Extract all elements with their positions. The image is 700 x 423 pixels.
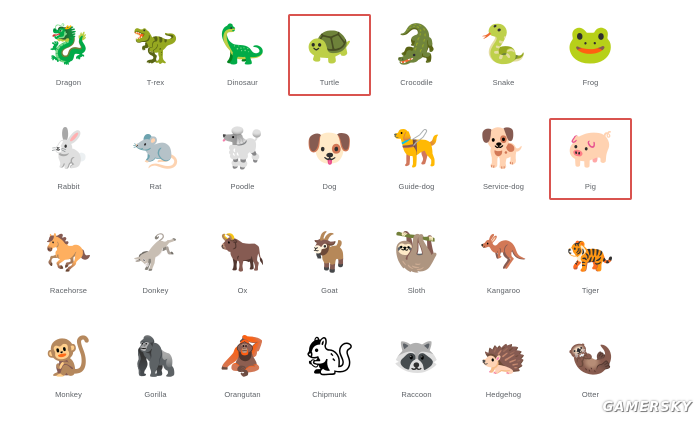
emoji-tile-racehorse[interactable]: 🐎 Racehorse [25,214,112,318]
raccoon-icon: 🦝 [392,334,441,378]
emoji-label: Dragon [55,78,82,87]
t-rex-icon: 🦖 [131,22,180,66]
emoji-tile-gorilla[interactable]: 🦍 Gorilla [112,318,199,422]
emoji-label: Monkey [55,390,82,399]
emoji-label: Hedgehog [485,390,522,399]
emoji-tile-orangutan[interactable]: 🦧 Orangutan [199,318,286,422]
racehorse-icon: 🐎 [44,230,93,274]
emoji-tile-hedgehog[interactable]: 🦔 Hedgehog [460,318,547,422]
emoji-label: Snake [492,78,515,87]
snake-icon: 🐍 [479,22,528,66]
emoji-tile-chipmunk[interactable]: 🐿 Chipmunk [286,318,373,422]
otter-icon: 🦦 [566,334,615,378]
selection-highlight [549,118,632,200]
ox-icon: 🐂 [218,230,267,274]
emoji-label: Donkey [142,286,169,295]
emoji-tile-ox[interactable]: 🐂 Ox [199,214,286,318]
emoji-label: Frog [582,78,599,87]
emoji-tile-dog[interactable]: 🐶 Dog [286,110,373,214]
emoji-tile-dinosaur[interactable]: 🦕 Dinosaur [199,6,286,110]
emoji-label: Guide-dog [398,182,435,191]
gorilla-icon: 🦍 [131,334,180,378]
emoji-tile-monkey[interactable]: 🐒 Monkey [25,318,112,422]
emoji-label: Orangutan [224,390,261,399]
emoji-label: Tiger [581,286,600,295]
emoji-label: Goat [321,286,338,295]
emoji-tile-tiger[interactable]: 🐅 Tiger [547,214,634,318]
monkey-icon: 🐒 [44,334,93,378]
emoji-label: Chipmunk [312,390,347,399]
emoji-tile-frog[interactable]: 🐸 Frog [547,6,634,110]
watermark: GAMERSKY [602,400,692,415]
kangaroo-icon: 🦘 [479,230,528,274]
emoji-tile-t-rex[interactable]: 🦖 T-rex [112,6,199,110]
emoji-tile-rabbit[interactable]: 🐇 Rabbit [25,110,112,214]
emoji-label: Service-dog [482,182,525,191]
emoji-label: Gorilla [144,390,167,399]
emoji-tile-pig[interactable]: 🐖 Pig [547,110,634,214]
emoji-tile-guide-dog[interactable]: 🦮 Guide-dog [373,110,460,214]
tiger-icon: 🐅 [566,230,615,274]
sloth-icon: 🦥 [392,230,441,274]
emoji-label: Ox [237,286,248,295]
rat-icon: 🐀 [131,126,180,170]
rabbit-icon: 🐇 [44,126,93,170]
goat-icon: 🐐 [305,230,354,274]
emoji-label: Sloth [407,286,426,295]
emoji-label: Rat [149,182,162,191]
emoji-label: Raccoon [401,390,432,399]
emoji-tile-crocodile[interactable]: 🐊 Crocodile [373,6,460,110]
emoji-tile-raccoon[interactable]: 🦝 Raccoon [373,318,460,422]
hedgehog-icon: 🦔 [479,334,528,378]
poodle-icon: 🐩 [218,126,267,170]
dinosaur-icon: 🦕 [218,22,267,66]
emoji-tile-turtle[interactable]: 🐢 Turtle [286,6,373,110]
emoji-label: Dinosaur [227,78,258,87]
chipmunk-icon: 🐿 [305,334,354,378]
emoji-tile-service-dog[interactable]: 🐕 Service-dog [460,110,547,214]
service-dog-icon: 🐕 [479,126,528,170]
emoji-label: Crocodile [400,78,433,87]
emoji-label: T-rex [146,78,165,87]
emoji-label: Kangaroo [486,286,521,295]
emoji-label: Dog [322,182,337,191]
dragon-icon: 🐉 [44,22,93,66]
emoji-tile-sloth[interactable]: 🦥 Sloth [373,214,460,318]
dog-icon: 🐶 [305,126,354,170]
emoji-tile-goat[interactable]: 🐐 Goat [286,214,373,318]
emoji-label: Rabbit [57,182,80,191]
emoji-tile-dragon[interactable]: 🐉 Dragon [25,6,112,110]
emoji-grid: 🐉 Dragon 🦖 T-rex 🦕 Dinosaur 🐢 Turtle 🐊 Crocodile 🐍… [25,6,636,416]
crocodile-icon: 🐊 [392,22,441,66]
emoji-tile-snake[interactable]: 🐍 Snake [460,6,547,110]
emoji-tile-poodle[interactable]: 🐩 Poodle [199,110,286,214]
selection-highlight [288,14,371,96]
emoji-label: Poodle [230,182,255,191]
emoji-tile-rat[interactable]: 🐀 Rat [112,110,199,214]
emoji-label: Racehorse [49,286,88,295]
frog-icon: 🐸 [566,22,615,66]
emoji-tile-donkey[interactable]: 🫏 Donkey [112,214,199,318]
orangutan-icon: 🦧 [218,334,267,378]
emoji-label: Otter [581,390,600,399]
guide-dog-icon: 🦮 [392,126,441,170]
emoji-tile-kangaroo[interactable]: 🦘 Kangaroo [460,214,547,318]
donkey-icon: 🫏 [131,230,180,274]
